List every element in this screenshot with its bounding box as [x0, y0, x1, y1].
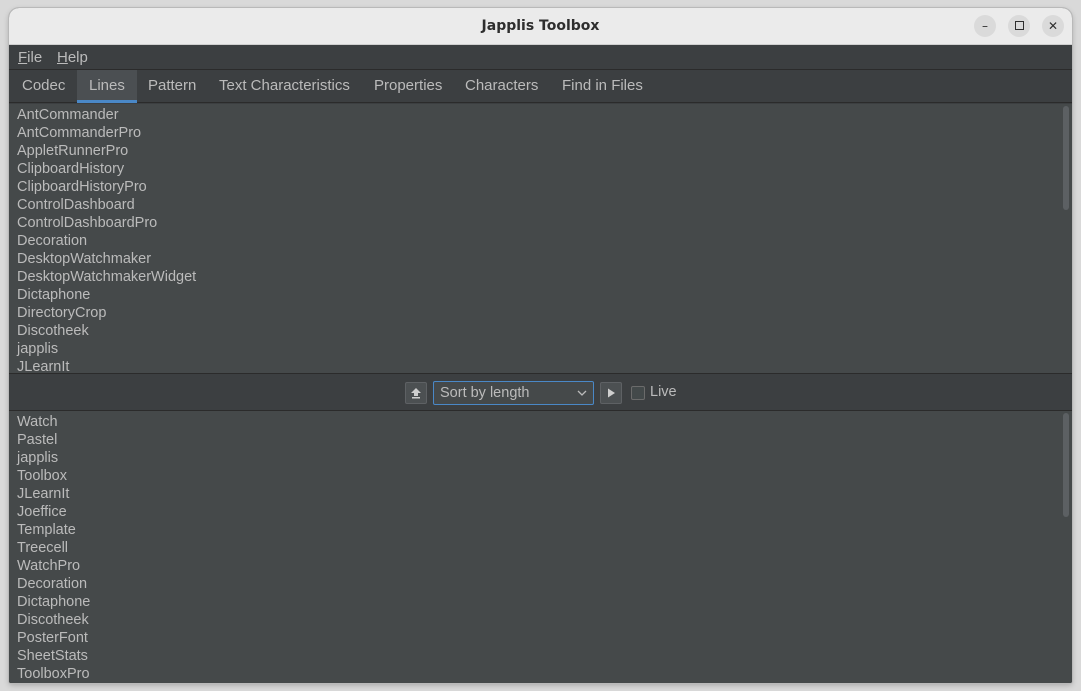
menu-help[interactable]: Help — [57, 49, 88, 66]
input-line[interactable]: ControlDashboardPro — [17, 214, 1056, 232]
tab-lines[interactable]: Lines — [77, 70, 137, 103]
play-icon — [608, 388, 615, 398]
output-line[interactable]: Treecell — [17, 539, 1056, 557]
output-line[interactable]: WatchPro — [17, 557, 1056, 575]
sort-select[interactable]: Sort by length — [433, 381, 594, 405]
input-line[interactable]: AntCommander — [17, 106, 1056, 124]
output-line[interactable]: Pastel — [17, 431, 1056, 449]
input-scrollbar-thumb[interactable] — [1063, 106, 1069, 210]
tab-properties[interactable]: Properties — [362, 70, 454, 103]
input-line[interactable]: Decoration — [17, 232, 1056, 250]
input-scrollbar[interactable] — [1063, 106, 1069, 371]
tab-text-characteristics[interactable]: Text Characteristics — [207, 70, 362, 103]
menu-help-mnemonic: H — [57, 49, 68, 66]
output-line[interactable]: JLearnIt — [17, 485, 1056, 503]
output-line[interactable]: ToolboxPro — [17, 665, 1056, 683]
menu-file[interactable]: File — [18, 49, 42, 66]
maximize-button[interactable] — [1008, 15, 1030, 37]
input-line[interactable]: Discotheek — [17, 322, 1056, 340]
tab-find-in-files[interactable]: Find in Files — [550, 70, 655, 103]
live-label[interactable]: Live — [650, 384, 677, 400]
close-button[interactable]: ✕ — [1042, 15, 1064, 37]
output-line[interactable]: Template — [17, 521, 1056, 539]
input-line[interactable]: ClipboardHistory — [17, 160, 1056, 178]
input-line[interactable]: AntCommanderPro — [17, 124, 1056, 142]
minimize-button[interactable]: – — [974, 15, 996, 37]
output-line[interactable]: Joeffice — [17, 503, 1056, 521]
tab-characters[interactable]: Characters — [453, 70, 550, 103]
menu-help-label: elp — [67, 49, 88, 66]
menu-file-label: ile — [27, 49, 43, 66]
live-checkbox[interactable] — [631, 386, 645, 400]
copy-output-to-input-button[interactable] — [405, 382, 427, 404]
run-button[interactable] — [600, 382, 622, 404]
window-title: Japplis Toolbox — [481, 18, 600, 34]
output-line[interactable]: Discotheek — [17, 611, 1056, 629]
upload-icon — [411, 388, 421, 399]
chevron-down-icon — [577, 390, 587, 396]
action-toolbar: Sort by length Live — [9, 373, 1072, 411]
input-line[interactable]: japplis — [17, 340, 1056, 358]
minimize-icon: – — [982, 19, 988, 33]
output-lines-list: Watch Pastel japplis Toolbox JLearnIt Jo… — [17, 413, 1056, 683]
menu-bar: File Help — [9, 45, 1072, 70]
input-lines-list: AntCommander AntCommanderPro AppletRunne… — [17, 106, 1056, 373]
sort-select-value: Sort by length — [440, 385, 530, 401]
output-line[interactable]: SheetStats — [17, 647, 1056, 665]
output-scrollbar-thumb[interactable] — [1063, 413, 1069, 517]
tab-bar: Codec Lines Pattern Text Characteristics… — [9, 70, 1072, 103]
menu-file-mnemonic: F — [18, 49, 28, 66]
output-line[interactable]: Dictaphone — [17, 593, 1056, 611]
tab-pattern[interactable]: Pattern — [136, 70, 208, 103]
maximize-icon — [1014, 21, 1024, 30]
input-line[interactable]: ClipboardHistoryPro — [17, 178, 1056, 196]
output-line[interactable]: PosterFont — [17, 629, 1056, 647]
input-line[interactable]: DesktopWatchmakerWidget — [17, 268, 1056, 286]
input-line[interactable]: DirectoryCrop — [17, 304, 1056, 322]
output-line[interactable]: Toolbox — [17, 467, 1056, 485]
input-line[interactable]: ControlDashboard — [17, 196, 1056, 214]
close-icon: ✕ — [1047, 19, 1059, 33]
output-line[interactable]: Watch — [17, 413, 1056, 431]
output-scrollbar[interactable] — [1063, 413, 1069, 681]
input-line[interactable]: DesktopWatchmaker — [17, 250, 1056, 268]
output-line[interactable]: Decoration — [17, 575, 1056, 593]
input-line[interactable]: AppletRunnerPro — [17, 142, 1056, 160]
output-line[interactable]: japplis — [17, 449, 1056, 467]
title-bar[interactable]: Japplis Toolbox – ✕ — [9, 8, 1072, 45]
output-text-area[interactable]: Watch Pastel japplis Toolbox JLearnIt Jo… — [9, 411, 1072, 683]
input-line[interactable]: JLearnIt — [17, 358, 1056, 373]
app-window: Japplis Toolbox – ✕ File Help Codec Line… — [9, 8, 1072, 683]
input-text-area[interactable]: AntCommander AntCommanderPro AppletRunne… — [9, 104, 1072, 373]
tab-codec[interactable]: Codec — [10, 70, 77, 103]
input-line[interactable]: Dictaphone — [17, 286, 1056, 304]
